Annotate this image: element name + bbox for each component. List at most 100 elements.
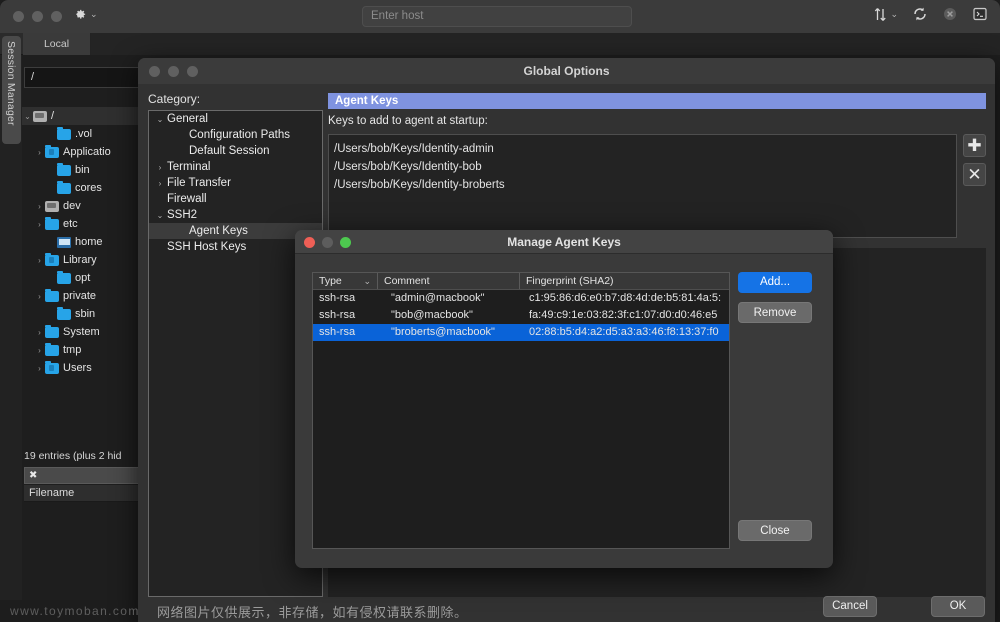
agent-key-path[interactable]: /Users/bob/Keys/Identity-admin xyxy=(334,140,956,158)
cell-type: ssh-rsa xyxy=(313,324,377,341)
disk-icon xyxy=(33,111,47,122)
ok-button[interactable]: OK xyxy=(931,596,985,617)
cell-type: ssh-rsa xyxy=(313,290,377,307)
file-tree[interactable]: ⌄/.vol›Applicatio bin cores›dev›etchome›Li… xyxy=(22,107,140,437)
file-tree-item[interactable]: › System xyxy=(22,323,140,341)
reconnect-button[interactable] xyxy=(912,6,928,22)
tab-local[interactable]: Local xyxy=(23,33,91,55)
watermark-url: www.toymoban.com xyxy=(10,604,140,618)
clear-filter-icon[interactable]: ✖ xyxy=(29,470,37,481)
file-tree-item[interactable]: ›Users xyxy=(22,359,140,377)
file-tree-item[interactable]: ›Applicatio xyxy=(22,143,140,161)
file-tree-item-label: sbin xyxy=(75,308,95,320)
category-item-file-transfer[interactable]: ›File Transfer xyxy=(149,175,322,191)
column-header-fingerprint[interactable]: Fingerprint (SHA2) xyxy=(519,273,729,289)
table-row[interactable]: ssh-rsa"broberts@macbook"02:88:b5:d4:a2:… xyxy=(313,324,729,341)
path-value: / xyxy=(31,71,34,83)
cell-fingerprint: 02:88:b5:d4:a2:d5:a3:a3:46:f8:13:37:f0 xyxy=(519,324,729,341)
cell-fingerprint: c1:95:86:d6:e0:b7:d8:4d:de:b5:81:4a:5: xyxy=(519,290,729,307)
file-tree-item-label: opt xyxy=(75,272,90,284)
file-tree-item[interactable]: ›dev xyxy=(22,197,140,215)
screen: ⌄ Enter host ⌄ xyxy=(0,0,1000,622)
file-tree-item[interactable]: cores xyxy=(22,179,140,197)
tree-twisty-icon[interactable]: › xyxy=(34,220,45,229)
file-tree-item[interactable]: opt xyxy=(22,269,140,287)
close-window-icon[interactable] xyxy=(13,11,24,22)
file-list-body[interactable] xyxy=(24,502,140,600)
session-manager-tab[interactable]: Session Manager xyxy=(2,36,21,144)
locked-folder-icon xyxy=(45,147,59,158)
category-twisty-icon[interactable]: ⌄ xyxy=(153,211,167,220)
tree-twisty-icon[interactable]: › xyxy=(34,364,45,373)
transfer-arrows-button[interactable]: ⌄ xyxy=(874,7,898,22)
chevron-down-icon: ⌄ xyxy=(90,10,98,19)
settings-gear-button[interactable]: ⌄ xyxy=(72,7,98,22)
file-tree-item-label: System xyxy=(63,326,100,338)
folder-icon xyxy=(57,309,71,320)
tree-twisty-icon[interactable]: › xyxy=(34,328,45,337)
table-row[interactable]: ssh-rsa"bob@macbook"fa:49:c9:1e:03:82:3f… xyxy=(313,307,729,324)
home-folder-icon xyxy=(57,237,71,248)
close-button[interactable]: Close xyxy=(738,520,812,541)
path-input[interactable]: / xyxy=(24,67,139,88)
agent-key-path[interactable]: /Users/bob/Keys/Identity-bob xyxy=(334,158,956,176)
file-browser-panel: / ⌄/.vol›Applicatiobincores›dev›etchome›… xyxy=(22,55,140,600)
disconnect-button[interactable] xyxy=(942,6,958,22)
folder-icon xyxy=(45,345,59,356)
toolbar-icon-group: ⌄ xyxy=(874,6,988,22)
category-twisty-icon[interactable]: › xyxy=(153,179,167,188)
add-key-button[interactable]: ✚ xyxy=(963,134,986,157)
category-item-ssh2[interactable]: ⌄SSH2 xyxy=(149,207,322,223)
tree-twisty-icon[interactable]: › xyxy=(34,292,45,301)
filename-column-header[interactable]: Filename xyxy=(24,485,140,502)
file-tree-item[interactable]: sbin xyxy=(22,305,140,323)
agent-keys-table[interactable]: Type ⌄ Comment Fingerprint (SHA2) ssh-rs… xyxy=(312,272,730,549)
maximize-window-icon[interactable] xyxy=(51,11,62,22)
host-input[interactable]: Enter host xyxy=(362,6,632,27)
file-tree-item[interactable]: .vol xyxy=(22,125,140,143)
filter-bar[interactable]: ✖ xyxy=(24,467,140,484)
tree-twisty-icon[interactable]: › xyxy=(34,202,45,211)
file-tree-item[interactable]: ›Library xyxy=(22,251,140,269)
file-tree-item[interactable]: bin xyxy=(22,161,140,179)
category-twisty-icon[interactable]: › xyxy=(153,163,167,172)
table-row[interactable]: ssh-rsa"admin@macbook"c1:95:86:d6:e0:b7:… xyxy=(313,290,729,307)
folder-icon xyxy=(57,129,71,140)
tree-twisty-icon[interactable]: ⌄ xyxy=(22,112,33,121)
gear-icon xyxy=(72,7,87,22)
folder-icon xyxy=(45,327,59,338)
file-tree-item[interactable]: home xyxy=(22,233,140,251)
agent-key-path[interactable]: /Users/bob/Keys/Identity-broberts xyxy=(334,176,956,194)
locked-folder-icon xyxy=(45,363,59,374)
cancel-button[interactable]: Cancel xyxy=(823,596,877,617)
file-tree-item[interactable]: ⌄/ xyxy=(22,107,140,125)
table-header-row: Type ⌄ Comment Fingerprint (SHA2) xyxy=(313,273,729,290)
column-header-comment[interactable]: Comment xyxy=(377,273,519,289)
category-twisty-icon[interactable]: ⌄ xyxy=(153,115,167,124)
category-item-firewall[interactable]: Firewall xyxy=(149,191,322,207)
add-button[interactable]: Add... xyxy=(738,272,812,293)
disk-icon xyxy=(45,201,59,212)
category-item-general[interactable]: ⌄General xyxy=(149,111,322,127)
transfer-arrows-icon xyxy=(874,7,887,22)
terminal-button[interactable] xyxy=(972,6,988,22)
folder-icon xyxy=(57,165,71,176)
category-item-configuration-paths[interactable]: Configuration Paths xyxy=(149,127,322,143)
file-tree-item[interactable]: ›tmp xyxy=(22,341,140,359)
category-item-default-session[interactable]: Default Session xyxy=(149,143,322,159)
window-traffic-lights[interactable] xyxy=(13,11,62,22)
file-tree-item[interactable]: ›etc xyxy=(22,215,140,233)
category-item-label: Configuration Paths xyxy=(189,129,290,141)
column-header-type[interactable]: Type ⌄ xyxy=(313,273,377,289)
file-tree-item-label: bin xyxy=(75,164,90,176)
tree-twisty-icon[interactable]: › xyxy=(34,256,45,265)
tree-twisty-icon[interactable]: › xyxy=(34,148,45,157)
remove-button[interactable]: Remove xyxy=(738,302,812,323)
category-label: Category: xyxy=(148,92,200,106)
agent-key-list[interactable]: /Users/bob/Keys/Identity-admin/Users/bob… xyxy=(328,134,957,238)
tree-twisty-icon[interactable]: › xyxy=(34,346,45,355)
category-item-terminal[interactable]: ›Terminal xyxy=(149,159,322,175)
minimize-window-icon[interactable] xyxy=(32,11,43,22)
remove-key-button[interactable]: ✕ xyxy=(963,163,986,186)
file-tree-item[interactable]: ›private xyxy=(22,287,140,305)
